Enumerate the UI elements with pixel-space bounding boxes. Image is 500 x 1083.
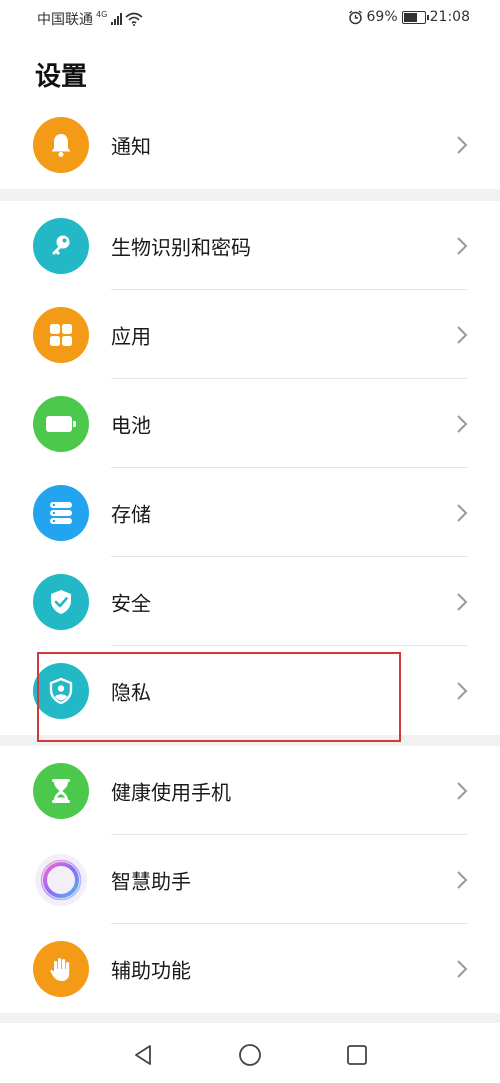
settings-item-label: 辅助功能 [111, 958, 191, 982]
chevron-right-icon [457, 681, 468, 700]
chevron-right-icon [457, 959, 468, 978]
clock: 21:08 [429, 9, 470, 25]
settings-item-label: 通知 [111, 134, 151, 158]
home-icon[interactable] [238, 1043, 262, 1067]
alarm-icon [348, 9, 362, 24]
chevron-right-icon [457, 414, 468, 433]
settings-item-label: 安全 [111, 591, 151, 615]
status-right: 69% 21:08 [348, 9, 470, 25]
settings-item-accessibility[interactable]: 辅助功能 [0, 924, 500, 1013]
settings-item-biometrics[interactable]: 生物识别和密码 [0, 201, 500, 290]
privacy-shield-icon [33, 662, 89, 719]
bell-icon [33, 116, 89, 173]
back-icon[interactable] [131, 1043, 155, 1067]
settings-group-3: 健康使用手机 智慧助手 辅助功能 [0, 746, 500, 1013]
shield-check-icon [33, 573, 89, 630]
settings-item-storage[interactable]: 存储 [0, 468, 500, 557]
signal-icon [111, 13, 123, 25]
chevron-right-icon [457, 135, 468, 154]
settings-item-assistant[interactable]: 智慧助手 [0, 835, 500, 924]
chevron-right-icon [457, 592, 468, 611]
key-icon [33, 217, 89, 274]
chevron-right-icon [457, 325, 468, 344]
battery-status-icon [401, 10, 429, 24]
chevron-right-icon [457, 236, 468, 255]
battery-percent: 69% [366, 9, 398, 25]
settings-item-notifications[interactable]: 通知 [0, 100, 500, 189]
storage-icon [33, 484, 89, 541]
status-left: 中国联通 4G [37, 9, 143, 29]
chevron-right-icon [457, 870, 468, 889]
settings-item-apps[interactable]: 应用 [0, 290, 500, 379]
header: 设置 [0, 36, 500, 100]
settings-item-security[interactable]: 安全 [0, 557, 500, 646]
settings-group-1: 通知 [0, 100, 500, 189]
status-bar: 中国联通 4G 69% 21:08 [0, 0, 500, 36]
settings-item-label: 隐私 [111, 680, 151, 704]
carrier-label: 中国联通 [37, 12, 93, 28]
hand-icon [33, 940, 89, 997]
settings-item-label: 应用 [111, 324, 151, 348]
settings-item-label: 健康使用手机 [111, 780, 231, 804]
settings-item-digital-balance[interactable]: 健康使用手机 [0, 746, 500, 835]
chevron-right-icon [457, 503, 468, 522]
settings-item-label: 电池 [111, 413, 151, 437]
hourglass-icon [33, 762, 89, 819]
settings-item-label: 智慧助手 [111, 869, 191, 893]
battery-fill [403, 12, 417, 22]
page-title: 设置 [35, 62, 88, 92]
network-type: 4G [96, 9, 108, 19]
settings-item-label: 生物识别和密码 [111, 235, 251, 259]
settings-item-battery[interactable]: 电池 [0, 379, 500, 468]
settings-item-label: 存储 [111, 502, 151, 526]
wifi-icon [125, 12, 143, 26]
apps-grid-icon [33, 306, 89, 363]
settings-item-privacy[interactable]: 隐私 [0, 646, 500, 735]
assistant-ring-icon [33, 851, 89, 908]
recents-icon[interactable] [345, 1043, 369, 1067]
settings-group-2: 生物识别和密码 应用 电池 存储 安全 隐私 [0, 201, 500, 735]
battery-icon [33, 395, 89, 452]
navigation-bar [0, 1023, 500, 1083]
chevron-right-icon [457, 781, 468, 800]
